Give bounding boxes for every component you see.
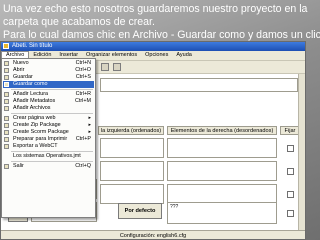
- toolbar-icon[interactable]: [101, 63, 109, 71]
- save-icon: [4, 75, 9, 80]
- caption-line-1: Una vez echo esto nosotros guardaremos n…: [3, 3, 308, 15]
- menu-item-nuevo[interactable]: Nuevo Ctrl+N: [3, 60, 94, 67]
- top-input-field[interactable]: [100, 78, 298, 92]
- submenu-arrow-icon: ▸: [88, 122, 91, 128]
- window-title: Abeti. Sin título: [12, 43, 53, 49]
- menu-item-recent-file[interactable]: Los sistemas Operativos.jmt: [3, 153, 94, 160]
- new-file-icon: [4, 61, 9, 66]
- left-cell[interactable]: [100, 138, 164, 158]
- menu-item-crear-pagina-web[interactable]: Crear página web ▸: [3, 115, 94, 122]
- menu-item-anadir-lectura[interactable]: Añadir Lectura Ctrl+R: [3, 91, 94, 98]
- caption-line-2: carpeta que acabamos de crear.: [3, 16, 155, 28]
- menu-item-create-scorm[interactable]: Create Scorm Package ▸: [3, 129, 94, 136]
- status-bar: Configuración: english6.cfg: [1, 230, 305, 239]
- menu-opciones[interactable]: Opciones: [141, 51, 172, 60]
- right-cell[interactable]: [167, 138, 277, 158]
- zip-icon: [4, 123, 9, 128]
- vertical-scrollbar[interactable]: [298, 74, 305, 230]
- right-cell[interactable]: [167, 184, 277, 204]
- menu-item-exportar-webct[interactable]: Exportar a WebCT: [3, 143, 94, 150]
- menu-item-preparar-imprimir[interactable]: Preparar para Imprimir Ctrl+P: [3, 136, 94, 143]
- menu-separator: [11, 161, 93, 162]
- fix-checkbox[interactable]: [287, 210, 294, 217]
- fix-checkbox[interactable]: [287, 168, 294, 175]
- fix-checkbox[interactable]: [287, 191, 294, 198]
- files-icon: [4, 106, 9, 111]
- reading-icon: [4, 92, 9, 97]
- fix-checkbox[interactable]: [287, 145, 294, 152]
- toolbar-icon[interactable]: [113, 63, 121, 71]
- exit-icon: [4, 164, 9, 169]
- menu-separator: [11, 113, 93, 114]
- default-button[interactable]: Por defecto: [118, 203, 162, 219]
- menu-separator: [11, 151, 93, 152]
- open-folder-icon: [4, 68, 9, 73]
- menu-item-anadir-metadatos[interactable]: Añadir Metadatos Ctrl+M: [3, 98, 94, 105]
- app-logo-icon: [3, 43, 9, 49]
- menu-item-guardar-como[interactable]: Guardar como: [3, 81, 94, 88]
- fix-column-header: Fijar: [280, 126, 300, 135]
- submenu-arrow-icon: ▸: [88, 129, 91, 135]
- right-column-header: Elementos de la derecha (desordenados): [167, 126, 277, 135]
- metadata-icon: [4, 99, 9, 104]
- left-column-header: la izquierda (ordenados): [98, 126, 164, 135]
- menu-item-salir[interactable]: Salir Ctrl+Q: [3, 163, 94, 170]
- submenu-arrow-icon: ▸: [88, 115, 91, 121]
- right-cell[interactable]: [167, 161, 277, 181]
- caption-text: Una vez echo esto nosotros guardaremos n…: [3, 3, 320, 42]
- export-icon: [4, 144, 9, 149]
- menu-item-create-zip[interactable]: Create Zip Package ▸: [3, 122, 94, 129]
- web-page-icon: [4, 116, 9, 121]
- scorm-icon: [4, 130, 9, 135]
- menu-ayuda[interactable]: Ayuda: [172, 51, 196, 60]
- sample-cell[interactable]: ???: [167, 202, 277, 224]
- save-as-icon: [4, 82, 9, 87]
- menu-separator: [11, 89, 93, 90]
- title-bar[interactable]: Abeti. Sin título: [1, 42, 305, 51]
- printer-icon: [4, 137, 9, 142]
- left-cell[interactable]: [100, 161, 164, 181]
- menu-item-guardar[interactable]: Guardar Ctrl+S: [3, 74, 94, 81]
- left-cell[interactable]: [100, 184, 164, 204]
- menu-item-abrir[interactable]: Abrir Ctrl+O: [3, 67, 94, 74]
- menu-item-anadir-archivos[interactable]: Añadir Archivos: [3, 105, 94, 112]
- file-menu-dropdown: Nuevo Ctrl+N Abrir Ctrl+O Guardar Ctrl+S…: [1, 58, 96, 218]
